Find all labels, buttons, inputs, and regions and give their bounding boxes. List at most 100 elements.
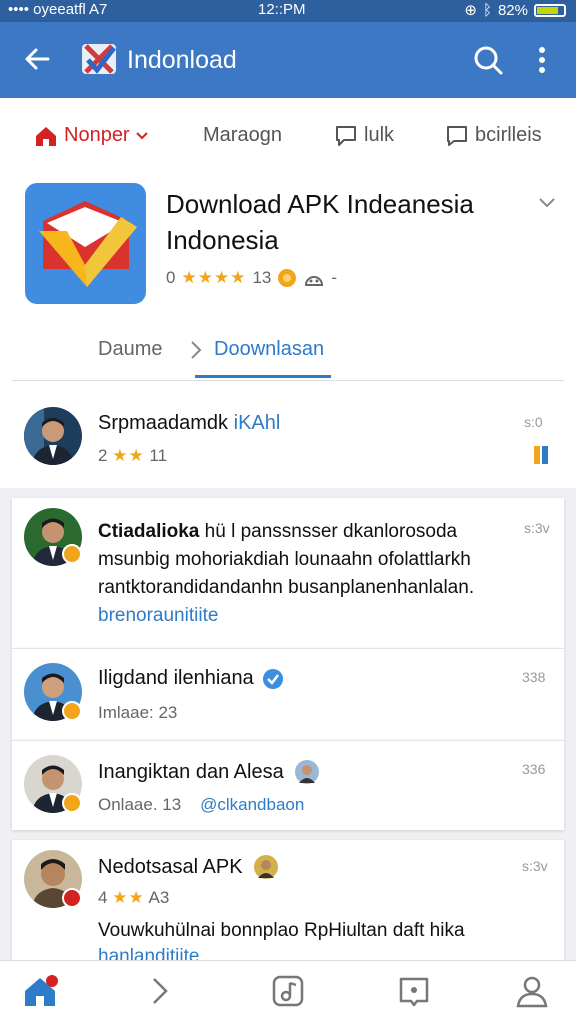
stars: ★★ [112,888,145,907]
app-logo-icon [82,44,116,74]
tab-home-label: Nonper [64,124,130,146]
app-icon [25,183,146,304]
app-title-line2: Indonesia [166,225,279,255]
item-text-line2: msunbig mohoriakdiah lounaahn ofolattlar… [98,549,471,570]
coin-icon [278,269,297,287]
item-body: Ctiadalioka hü l panssnsser dkanlorosoda… [98,518,518,630]
item-name-accent: iKAhl [233,412,281,434]
star-count: 2 [98,446,108,465]
item-text-line1: hü l panssnsser dkanlorosoda [204,521,458,542]
tab-maraogn[interactable]: Maraogn [203,124,282,147]
status-icons: ⊕ ᛒ 82% [464,1,566,19]
message-icon [447,125,467,146]
tab-home[interactable]: Nonper [34,124,148,147]
verified-check-icon [262,668,283,689]
item-meta: 4 ★★ A3 [98,888,169,908]
rating-stars: ★★★★ [181,268,247,287]
app-title-line1: Download APK Indeanesia [166,189,474,219]
list-item[interactable]: Inangiktan dan Alesa Onlaae. 13 @clkandb… [12,740,564,830]
item-name: Iligdand ilenhiana [98,667,254,689]
item-link[interactable]: @clkandbaon [200,795,304,814]
item-time: 338 [522,669,546,685]
avatar-mini [294,760,319,784]
item-link[interactable]: hanlanditiite [98,946,199,960]
carrier-label: •••• oyeeatfl A7 [8,1,108,18]
status-bar: •••• oyeeatfl A7 12::PM ⊕ ᛒ 82% [0,0,576,22]
clock: 12::PM [258,1,306,18]
notification-badge-icon [62,888,82,908]
item-time: s:0 [524,414,543,430]
subtab-download[interactable]: Doownlasan [214,338,324,361]
more-vert-icon[interactable] [532,44,552,76]
app-title: Download APK Indeanesia Indonesia [166,186,516,258]
battery-icon [534,3,566,17]
verified-badge-icon [62,701,82,721]
avatar [24,407,82,465]
item-name-row: Iligdand ilenhiana [98,667,284,690]
back-arrow-icon[interactable] [22,44,52,74]
item-name-text: Srpmaadamdk [98,412,229,434]
home-icon[interactable] [22,973,58,1009]
download-badge-icon[interactable] [532,444,550,466]
divider [12,380,564,381]
star-count: 4 [98,888,108,907]
sub-tabs: Daume Doownlasan [0,330,576,380]
bottom-nav [0,960,576,1024]
home-icon [36,126,56,146]
item-link[interactable]: brenoraunitiite [98,602,518,630]
item-text: Vouwkuhülnai bonnplao RpHiultan daft hik… [98,920,465,941]
tab-maraogn-label: Maraogn [203,124,282,146]
list-item[interactable]: Iligdand ilenhiana Imlaae: 23 338 [12,648,564,740]
item-name: Ctiadalioka [98,521,200,542]
item-name: Srpmaadamdk iKAhl [98,412,280,435]
tab-bcirlleis-label: bcirlleis [475,124,542,146]
item-meta-value: A3 [148,888,170,907]
tab-lulk-label: lulk [364,124,395,146]
item-time: s:3v [522,858,548,874]
chevron-right-icon[interactable] [142,973,178,1009]
item-time: 336 [522,761,546,777]
bluetooth-icon: ᛒ [482,1,492,19]
app-header-card: Nonper Maraogn lulk bcirlleis Download A… [0,98,576,388]
rating-count: 13 [252,268,272,287]
chevron-right-icon [191,341,202,359]
rating-value: 0 [166,268,176,287]
avatar-mini [253,855,278,879]
item-name-row: Inangiktan dan Alesa [98,759,320,785]
item-text-line3: rantktorandidandanhn busanplanenhanlalan… [98,577,475,598]
list-item[interactable]: Ctiadalioka hü l panssnsser dkanlorosoda… [12,498,564,648]
stars: ★★ [112,446,145,465]
chevron-down-icon [135,131,148,139]
battery-percent: 82% [497,1,528,19]
chevron-down-icon[interactable] [536,192,558,214]
item-name: Inangiktan dan Alesa [98,760,284,783]
tab-bcirlleis[interactable]: bcirlleis [445,124,542,147]
search-icon[interactable] [472,44,504,76]
android-icon [305,276,324,286]
chat-bubble-icon [336,125,356,146]
item-sub: Onlaae. 13 [98,795,182,814]
location-icon: ⊕ [464,2,477,19]
item-meta: 2 ★★ 11 [98,446,167,466]
app-bar: Indonload [0,22,576,98]
verified-badge-icon [62,544,82,564]
nav-tabs: Nonper Maraogn lulk bcirlleis [0,118,576,158]
item-time: s:3v [524,520,550,536]
list-item[interactable]: Nedotsasal APK 4 ★★ A3 Vouwkuhülnai bonn… [12,840,564,960]
active-tab-indicator [195,375,331,378]
item-sub: Imlaae: 23 [98,703,178,722]
music-icon[interactable] [270,973,306,1009]
item-name-row: Nedotsasal APK [98,854,279,880]
tab-lulk[interactable]: lulk [334,124,394,147]
profile-icon[interactable] [514,973,550,1009]
item-meta-value: 11 [149,446,168,465]
app-meta: 0 ★★★★ 13 - [166,268,337,288]
list-item[interactable]: Srpmaadamdk iKAhl 2 ★★ 11 s:0 [0,388,576,488]
meta-dash: - [331,268,338,287]
subtab-daume[interactable]: Daume [98,338,162,361]
item-sub-row: Onlaae. 13 @clkandbaon [98,795,304,815]
item-name: Nedotsasal APK [98,855,243,878]
verified-badge-icon [62,793,82,813]
inbox-icon[interactable] [396,973,432,1009]
app-bar-title: Indonload [127,46,237,74]
